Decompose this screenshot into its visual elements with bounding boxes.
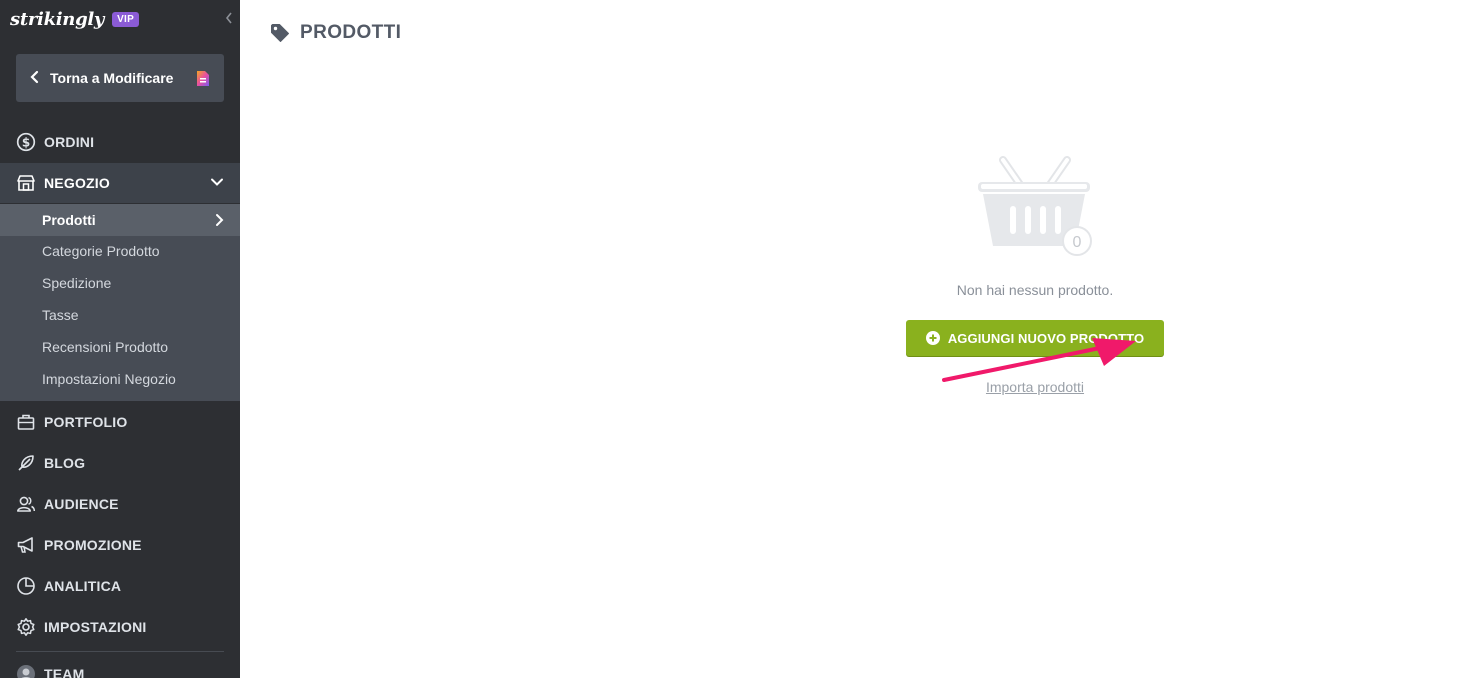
pie-chart-icon [16, 576, 36, 596]
nav-audience[interactable]: AUDIENCE [0, 484, 240, 524]
nav-analitica[interactable]: ANALITICA [0, 566, 240, 606]
dollar-circle-icon: $ [16, 132, 36, 152]
store-icon [16, 173, 36, 193]
gear-icon [16, 617, 36, 637]
brand-logo: strikingly [10, 8, 105, 30]
submenu-categorie-prodotto-label: Categorie Prodotto [42, 243, 160, 259]
submenu-categorie-prodotto[interactable]: Categorie Prodotto [0, 235, 240, 267]
sidebar-divider [16, 651, 224, 652]
megaphone-icon [16, 535, 36, 555]
nav-negozio-label: NEGOZIO [44, 175, 110, 191]
chevron-left-icon [30, 70, 50, 87]
chevron-down-icon [210, 175, 224, 189]
submenu-impostazioni-negozio[interactable]: Impostazioni Negozio [0, 363, 240, 395]
nav-analitica-label: ANALITICA [44, 578, 122, 594]
submenu-recensioni-prodotto[interactable]: Recensioni Prodotto [0, 331, 240, 363]
nav-audience-label: AUDIENCE [44, 496, 119, 512]
back-to-editor-label: Torna a Modificare [50, 70, 174, 86]
store-submenu: Prodotti Categorie Prodotto Spedizione T… [0, 204, 240, 401]
submenu-prodotti-label: Prodotti [42, 212, 96, 228]
nav-promozione-label: PROMOZIONE [44, 537, 142, 553]
briefcase-icon [16, 412, 36, 432]
submenu-recensioni-prodotto-label: Recensioni Prodotto [42, 339, 169, 355]
submenu-spedizione-label: Spedizione [42, 275, 112, 291]
tag-icon [270, 23, 290, 43]
nav-ordini[interactable]: $ ORDINI [0, 122, 240, 162]
nav-promozione[interactable]: PROMOZIONE [0, 525, 240, 565]
feather-pen-icon [16, 453, 36, 473]
empty-basket-icon: 0 [975, 156, 1095, 260]
users-icon [16, 494, 36, 514]
nav-ordini-label: ORDINI [44, 134, 95, 150]
basket-count: 0 [1073, 234, 1082, 251]
vip-badge: VIP [112, 11, 140, 27]
nav-team[interactable]: TEAM [0, 654, 240, 678]
back-to-editor-button[interactable]: Torna a Modificare [16, 54, 224, 102]
annotation-arrow-icon [940, 336, 1140, 386]
submenu-tasse-label: Tasse [42, 307, 79, 323]
main-content: PRODOTTI 0 Non hai nessun prodotto. AGGI… [240, 0, 1469, 678]
team-avatar-icon [16, 664, 36, 678]
submenu-spedizione[interactable]: Spedizione [0, 267, 240, 299]
svg-text:$: $ [22, 136, 30, 150]
page-title-text: PRODOTTI [300, 22, 402, 43]
chevron-right-icon [214, 213, 224, 227]
empty-state-message: Non hai nessun prodotto. [956, 282, 1114, 298]
submenu-tasse[interactable]: Tasse [0, 299, 240, 331]
nav-negozio[interactable]: NEGOZIO [0, 163, 240, 203]
sidebar: strikingly VIP Torna a Modificare $ ORDI… [0, 0, 240, 678]
app-window: strikingly VIP Torna a Modificare $ ORDI… [0, 0, 1469, 678]
nav-impostazioni[interactable]: IMPOSTAZIONI [0, 607, 240, 647]
nav-portfolio-label: PORTFOLIO [44, 414, 128, 430]
nav-portfolio[interactable]: PORTFOLIO [0, 402, 240, 442]
collapse-sidebar-icon[interactable] [224, 10, 238, 26]
submenu-prodotti[interactable]: Prodotti [0, 204, 240, 236]
nav-impostazioni-label: IMPOSTAZIONI [44, 619, 147, 635]
page-title: PRODOTTI [270, 22, 401, 44]
nav-blog-label: BLOG [44, 455, 86, 471]
plus-circle-icon [925, 331, 940, 345]
page-editor-icon [196, 70, 210, 87]
submenu-impostazioni-negozio-label: Impostazioni Negozio [42, 371, 176, 387]
nav-team-label: TEAM [44, 666, 85, 678]
nav-blog[interactable]: BLOG [0, 443, 240, 483]
brand[interactable]: strikingly VIP [10, 6, 140, 32]
